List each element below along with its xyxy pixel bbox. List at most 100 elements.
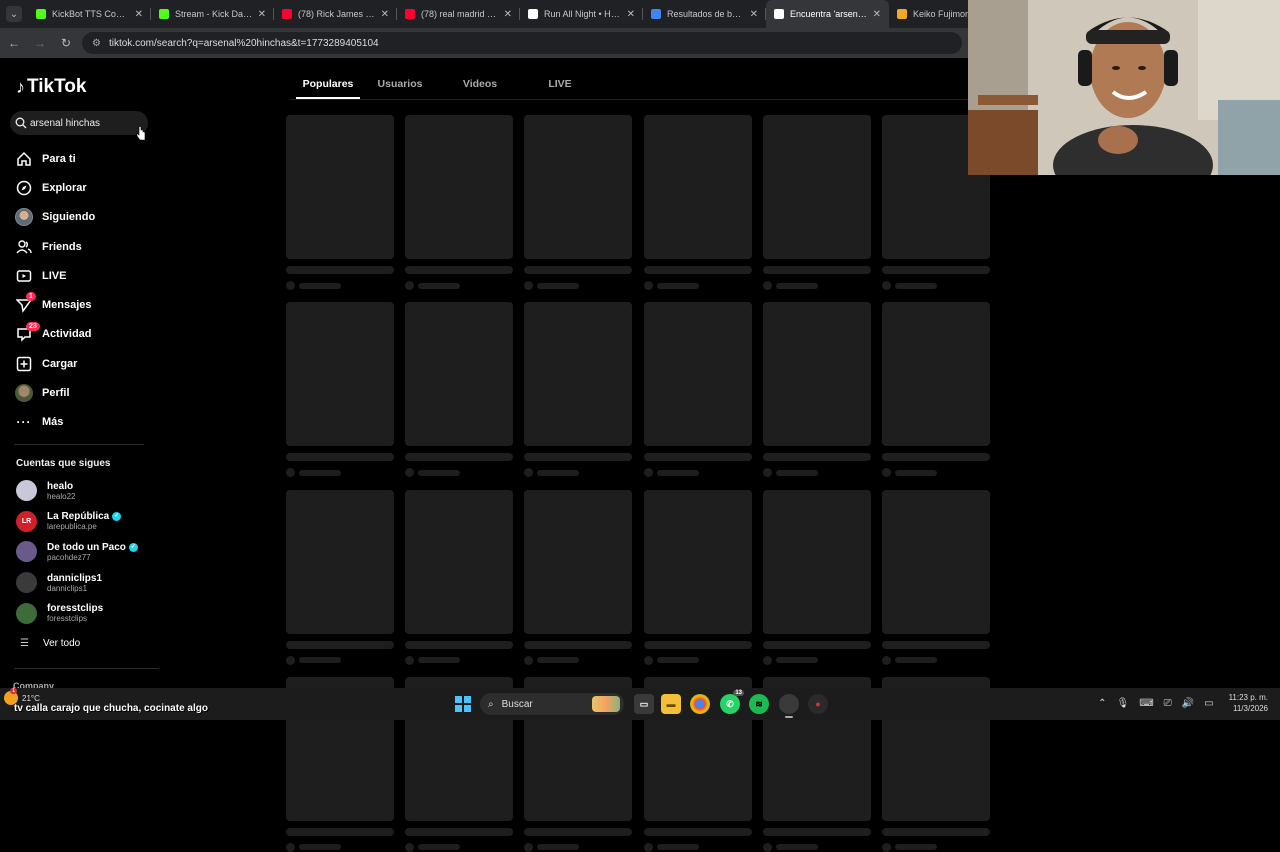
avatar: [16, 541, 37, 563]
avatar-placeholder: [643, 468, 653, 478]
sidebar-item-label: Más: [42, 416, 64, 429]
avatar-placeholder: [882, 468, 891, 478]
network-icon[interactable]: ⎚: [1164, 698, 1172, 709]
verified-badge-icon: ✓: [112, 512, 122, 522]
clock[interactable]: 11:23 p. m. 11/3/2026: [1229, 692, 1268, 714]
close-tab-icon[interactable]: ✕: [873, 9, 881, 20]
whatsapp-icon[interactable]: ✆ 13: [720, 690, 744, 714]
microphone-icon[interactable]: 🎙: [1117, 698, 1130, 709]
browser-tab[interactable]: (78) Rick James - Sup ✕: [274, 0, 397, 28]
followed-account[interactable]: healo healo22: [16, 480, 75, 501]
spotify-icon[interactable]: ≋: [749, 694, 769, 714]
close-tab-icon[interactable]: ✕: [135, 9, 143, 20]
sidebar-item-friends[interactable]: Friends: [14, 232, 95, 261]
chevron-up-icon[interactable]: ⌃: [1098, 698, 1106, 709]
main-nav: Para ti Explorar Siguiendo Friends LIVE Mensa…: [14, 144, 95, 437]
browser-tab[interactable]: (78) real madrid vs m ✕: [397, 0, 520, 28]
tab-favicon-icon: [405, 9, 415, 19]
address-bar[interactable]: ⚙ tiktok.com/search?q=arsenal%20hinchas&…: [82, 32, 962, 54]
avatar-placeholder: [762, 655, 772, 665]
username-placeholder: [775, 844, 818, 851]
keyboard-icon[interactable]: ⌨: [1139, 698, 1153, 709]
browser-tab[interactable]: Resultados de balonc ✕: [643, 0, 766, 28]
thumbnail-placeholder: [882, 489, 990, 634]
close-tab-icon[interactable]: ✕: [750, 9, 758, 20]
task-view-icon[interactable]: ▭: [634, 694, 654, 714]
sidebar-item-mensajes[interactable]: Mensajes 1: [14, 290, 95, 319]
chrome-icon[interactable]: [690, 694, 710, 714]
search-input[interactable]: arsenal hinchas: [10, 111, 148, 135]
chrome-profile-icon[interactable]: [779, 694, 799, 718]
avatar-placeholder: [405, 655, 415, 665]
thumbnail-placeholder: [524, 489, 633, 634]
sidebar-item-cargar[interactable]: Cargar: [14, 349, 95, 378]
account-handle: foresstclips: [47, 614, 88, 624]
sidebar-item-actividad[interactable]: Actividad 23: [14, 320, 95, 349]
tiktok-logo[interactable]: ♪ TikTok: [16, 76, 86, 98]
close-tab-icon[interactable]: ✕: [381, 9, 389, 20]
username-placeholder: [537, 469, 580, 476]
following-avatar-icon: [14, 207, 34, 227]
tab-videos[interactable]: Videos: [440, 70, 520, 100]
followed-account[interactable]: De todo un Paco ✓ pacohdez77: [16, 541, 138, 563]
sidebar-item-más[interactable]: ··· Más: [14, 408, 95, 437]
search-result-tabs: Populares Usuarios Videos LIVE: [296, 70, 600, 100]
back-arrow-icon[interactable]: ←: [2, 36, 26, 50]
browser-tab[interactable]: KickBot TTS Comman ✕: [28, 0, 151, 28]
avatar-placeholder: [286, 468, 295, 478]
close-tab-icon[interactable]: ✕: [627, 9, 635, 20]
see-all-button[interactable]: ☰ Ver todo: [20, 638, 80, 649]
avatar-placeholder: [882, 655, 891, 665]
sidebar-item-para-ti[interactable]: Para ti: [14, 144, 95, 173]
caption-placeholder: [643, 266, 752, 274]
caption-placeholder: [524, 827, 633, 836]
avatar-placeholder: [405, 281, 415, 290]
account-name: De todo un Paco: [47, 541, 126, 553]
followed-account[interactable]: danniclips1 danniclips1: [16, 572, 102, 594]
video-card-skeleton: [643, 489, 752, 665]
tab-live[interactable]: LIVE: [520, 70, 600, 100]
reload-icon[interactable]: ↻: [54, 36, 78, 50]
notification-badge: 23: [26, 321, 40, 331]
caption-placeholder: [286, 266, 394, 274]
site-info-icon[interactable]: ⚙: [92, 38, 101, 49]
sidebar-item-perfil[interactable]: Perfil: [14, 378, 95, 407]
volume-icon[interactable]: 🔊: [1182, 698, 1194, 709]
browser-tab[interactable]: Stream - Kick Dashbo ✕: [151, 0, 274, 28]
video-card-skeleton: [762, 302, 871, 478]
username-placeholder: [418, 844, 461, 851]
sidebar-item-live[interactable]: LIVE: [14, 261, 95, 290]
browser-tab[interactable]: Run All Night • HBO ✕: [520, 0, 643, 28]
tab-populares[interactable]: Populares: [296, 70, 360, 100]
video-card-skeleton: [524, 115, 633, 290]
tab-search-chevron-icon[interactable]: ⌄: [6, 6, 22, 22]
windows-start-icon[interactable]: [455, 696, 471, 712]
browser-tab[interactable]: Encuentra 'arsenal hi ✕: [766, 0, 889, 28]
sidebar-item-label: Para ti: [42, 152, 76, 165]
tab-usuarios[interactable]: Usuarios: [360, 70, 440, 100]
avatar-placeholder: [405, 842, 415, 852]
caption-placeholder: [524, 453, 633, 462]
taskbar-search-placeholder: Buscar: [501, 698, 533, 710]
caption-placeholder: [405, 453, 514, 462]
followed-account[interactable]: LR La República ✓ larepublica.pe: [16, 510, 122, 532]
record-app-icon[interactable]: ●: [808, 694, 828, 714]
forward-arrow-icon[interactable]: →: [28, 36, 52, 50]
video-card-skeleton: [405, 489, 514, 665]
tab-favicon-icon: [651, 9, 661, 19]
close-tab-icon[interactable]: ✕: [258, 9, 266, 20]
caption-placeholder: [286, 640, 394, 649]
thumbnail-placeholder: [286, 115, 394, 259]
profile-avatar-icon: [14, 383, 34, 403]
sidebar-item-siguiendo[interactable]: Siguiendo: [14, 203, 95, 232]
close-tab-icon[interactable]: ✕: [504, 9, 512, 20]
battery-icon[interactable]: ▭: [1204, 698, 1213, 709]
taskbar-search[interactable]: ⌕ Buscar: [480, 693, 624, 715]
clock-date: 11/3/2026: [1233, 704, 1268, 713]
thumbnail-placeholder: [286, 302, 394, 447]
followed-account[interactable]: foresstclips foresstclips: [16, 602, 103, 624]
video-card-skeleton: [882, 302, 990, 478]
sidebar-item-explorar[interactable]: Explorar: [14, 173, 95, 202]
file-explorer-icon[interactable]: ▬: [661, 694, 681, 714]
tabs-container: KickBot TTS Comman ✕ Stream - Kick Dashbo ✕…: [28, 0, 1012, 28]
